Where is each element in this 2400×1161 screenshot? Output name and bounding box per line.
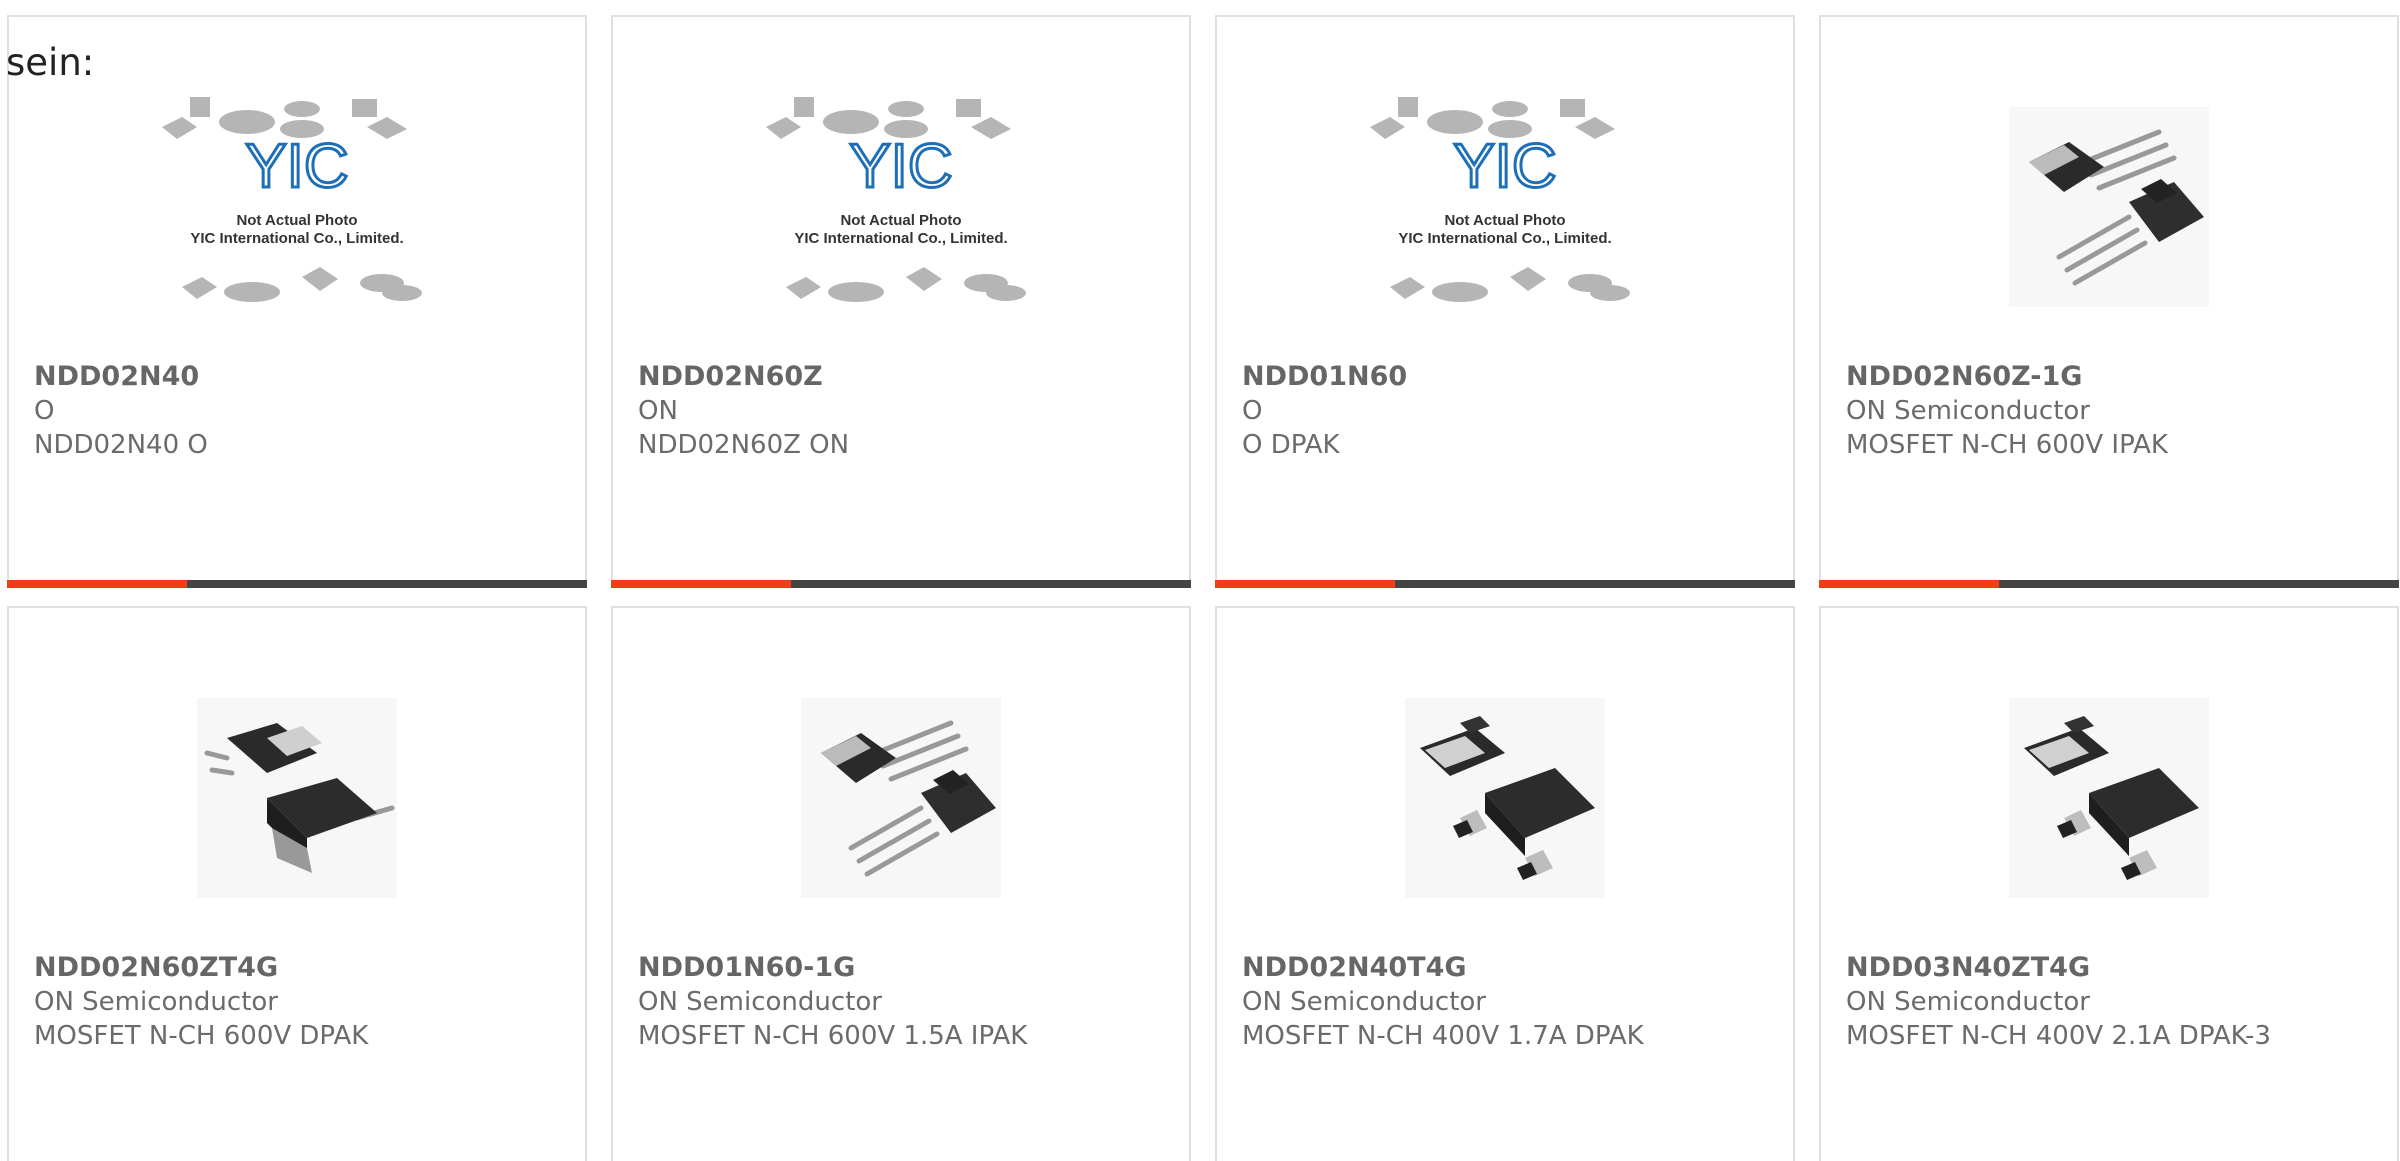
dpak-package-icon <box>1821 648 2397 948</box>
progress-fill <box>1215 580 1395 588</box>
part-number[interactable]: NDD01N60 <box>1242 360 1773 394</box>
manufacturer: O <box>34 396 55 426</box>
dpak-package-icon <box>9 648 585 948</box>
manufacturer: ON Semiconductor <box>638 987 882 1017</box>
progress-fill <box>611 580 791 588</box>
manufacturer: ON Semiconductor <box>1846 396 2090 426</box>
placeholder-photo-icon: YIC Not Actual Photo YIC International C… <box>9 57 585 357</box>
part-number[interactable]: NDD02N60ZT4G <box>34 951 565 985</box>
manufacturer: ON Semiconductor <box>1846 987 2090 1017</box>
description: MOSFET N-CH 600V DPAK <box>34 1021 369 1051</box>
svg-text:YIC: YIC <box>1453 132 1556 201</box>
svg-text:Not Actual Photo: Not Actual Photo <box>840 212 961 229</box>
product-card[interactable]: YIC Not Actual Photo YIC International C… <box>611 15 1191 588</box>
manufacturer: ON <box>638 396 678 426</box>
progress-bar <box>7 580 587 588</box>
svg-text:Not Actual Photo: Not Actual Photo <box>1444 212 1565 229</box>
part-number[interactable]: NDD02N40 <box>34 360 565 394</box>
dpak-package-icon <box>1217 648 1793 948</box>
part-number[interactable]: NDD01N60-1G <box>638 951 1169 985</box>
svg-text:YIC International Co., Limited: YIC International Co., Limited. <box>1398 230 1611 247</box>
description: NDD02N40 O <box>34 430 208 460</box>
description: MOSFET N-CH 400V 1.7A DPAK <box>1242 1021 1644 1051</box>
product-grid-page: sein: YIC Not Actual Photo YIC Internati… <box>0 0 2400 1161</box>
part-number[interactable]: NDD03N40ZT4G <box>1846 951 2377 985</box>
description: MOSFET N-CH 600V IPAK <box>1846 430 2168 460</box>
svg-text:YIC: YIC <box>245 132 348 201</box>
description: O DPAK <box>1242 430 1340 460</box>
manufacturer: O <box>1242 396 1263 426</box>
description: NDD02N60Z ON <box>638 430 850 460</box>
part-number[interactable]: NDD02N60Z-1G <box>1846 360 2377 394</box>
product-card[interactable]: NDD01N60-1G ON Semiconductor MOSFET N-CH… <box>611 606 1191 1161</box>
part-number[interactable]: NDD02N40T4G <box>1242 951 1773 985</box>
progress-fill <box>1819 580 1999 588</box>
svg-text:YIC International Co., Limited: YIC International Co., Limited. <box>794 230 1007 247</box>
product-card[interactable]: NDD02N40T4G ON Semiconductor MOSFET N-CH… <box>1215 606 1795 1161</box>
partial-heading: sein: <box>6 41 95 84</box>
svg-text:YIC: YIC <box>849 132 952 201</box>
manufacturer: ON Semiconductor <box>34 987 278 1017</box>
description: MOSFET N-CH 600V 1.5A IPAK <box>638 1021 1028 1051</box>
svg-text:YIC International Co., Limited: YIC International Co., Limited. <box>190 230 403 247</box>
product-card[interactable]: YIC Not Actual Photo YIC International C… <box>1215 15 1795 588</box>
product-card[interactable]: NDD03N40ZT4G ON Semiconductor MOSFET N-C… <box>1819 606 2399 1161</box>
ipak-package-icon <box>613 648 1189 948</box>
product-card[interactable]: YIC Not Actual Photo YIC International C… <box>7 15 587 588</box>
progress-bar <box>1819 580 2399 588</box>
placeholder-photo-icon: YIC Not Actual Photo YIC International C… <box>1217 57 1793 357</box>
progress-bar <box>1215 580 1795 588</box>
manufacturer: ON Semiconductor <box>1242 987 1486 1017</box>
description: MOSFET N-CH 400V 2.1A DPAK-3 <box>1846 1021 2271 1051</box>
ipak-package-icon <box>1821 57 2397 357</box>
progress-bar <box>611 580 1191 588</box>
part-number[interactable]: NDD02N60Z <box>638 360 1169 394</box>
svg-text:Not Actual Photo: Not Actual Photo <box>236 212 357 229</box>
product-card[interactable]: NDD02N60ZT4G ON Semiconductor MOSFET N-C… <box>7 606 587 1161</box>
progress-fill <box>7 580 187 588</box>
product-card[interactable]: NDD02N60Z-1G ON Semiconductor MOSFET N-C… <box>1819 15 2399 588</box>
placeholder-photo-icon: YIC Not Actual Photo YIC International C… <box>613 57 1189 357</box>
